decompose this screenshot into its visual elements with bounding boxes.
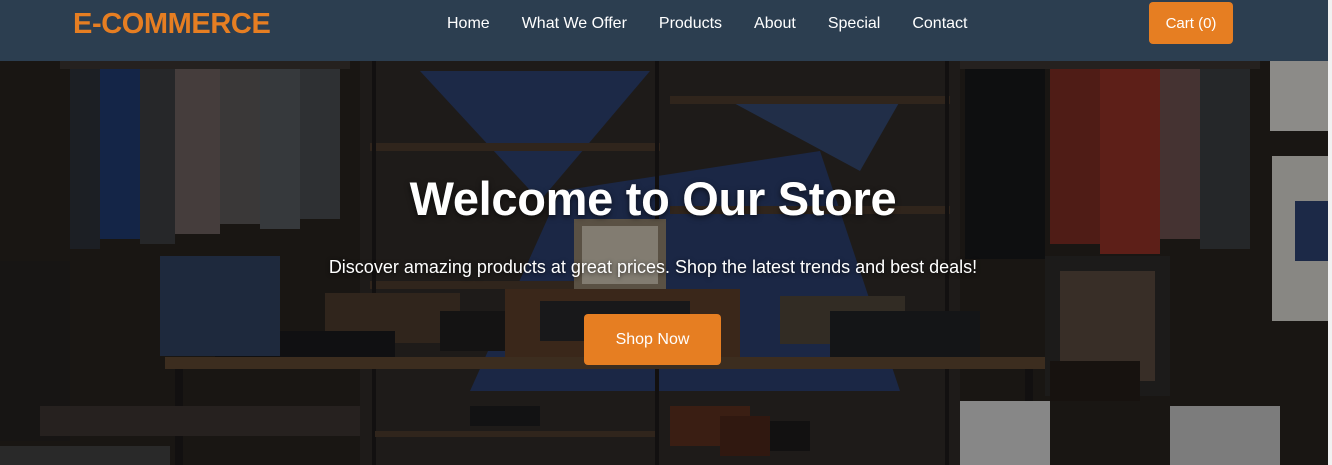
nav-link-special[interactable]: Special [828,12,880,36]
nav-link-products[interactable]: Products [659,12,722,36]
hero-banner: Welcome to Our Store Discover amazing pr… [0,61,1328,465]
site-logo[interactable]: E-COMMERCE [73,7,271,41]
shop-now-button[interactable]: Shop Now [584,314,721,365]
nav-link-contact[interactable]: Contact [912,12,967,36]
scrollbar[interactable] [1328,0,1332,465]
nav-link-about[interactable]: About [754,12,796,36]
site-header: E-COMMERCE Home What We Offer Products A… [0,0,1328,61]
hero-subtitle: Discover amazing products at great price… [328,257,978,277]
cart-button[interactable]: Cart (0) [1149,2,1233,44]
nav-link-home[interactable]: Home [447,12,490,36]
main-nav: Home What We Offer Products About Specia… [447,12,999,36]
hero-title: Welcome to Our Store [409,172,897,225]
nav-link-what-we-offer[interactable]: What We Offer [522,12,627,36]
